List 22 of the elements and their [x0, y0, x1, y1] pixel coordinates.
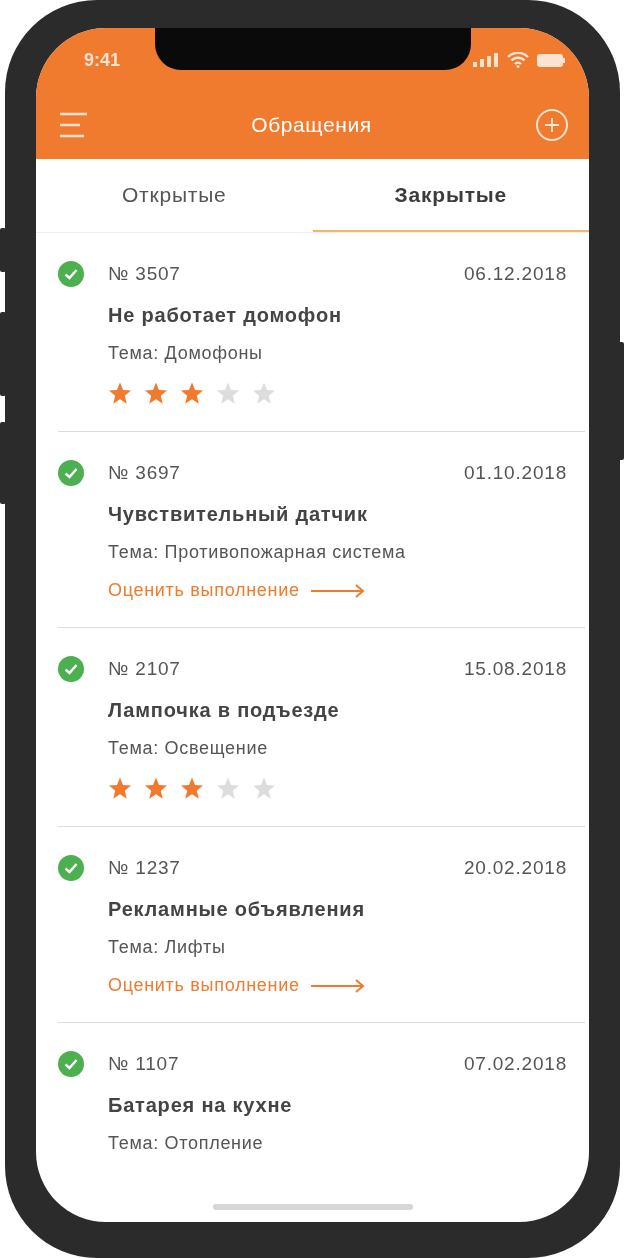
ticket-title: Лампочка в подъезде [108, 698, 341, 723]
ticket-title: Рекламные объявления [108, 897, 366, 922]
ticket-number: № 3697 [108, 462, 181, 484]
ticket-number: № 3507 [108, 263, 181, 285]
ticket-number: № 1107 [108, 1053, 180, 1075]
ticket-date: 15.08.2018 [463, 658, 567, 680]
ticket-topic: Тема: Домофоны [108, 342, 264, 365]
ticket-date: 06.12.2018 [463, 263, 567, 285]
ticket-number: № 2107 [108, 658, 181, 680]
ticket-date: 20.02.2018 [463, 857, 567, 879]
ticket-number: № 1237 [108, 857, 181, 879]
ticket-topic: Тема: Освещение [108, 737, 269, 760]
ticket-topic: Тема: Противопожарная система [108, 541, 407, 564]
ticket-title: Не работает домофон [108, 303, 343, 328]
ticket-title: Чувствительный датчик [108, 502, 369, 527]
screen-title: Обращения [251, 112, 372, 137]
ticket-title: Батарея на кухне [108, 1093, 294, 1118]
status-time: 9:41 [84, 49, 121, 71]
ticket-topic: Тема: Лифты [108, 936, 227, 959]
ticket-topic: Тема: Отопление [108, 1132, 265, 1155]
ticket-date: 07.02.2018 [463, 1053, 567, 1075]
ticket-date: 01.10.2018 [463, 462, 567, 484]
